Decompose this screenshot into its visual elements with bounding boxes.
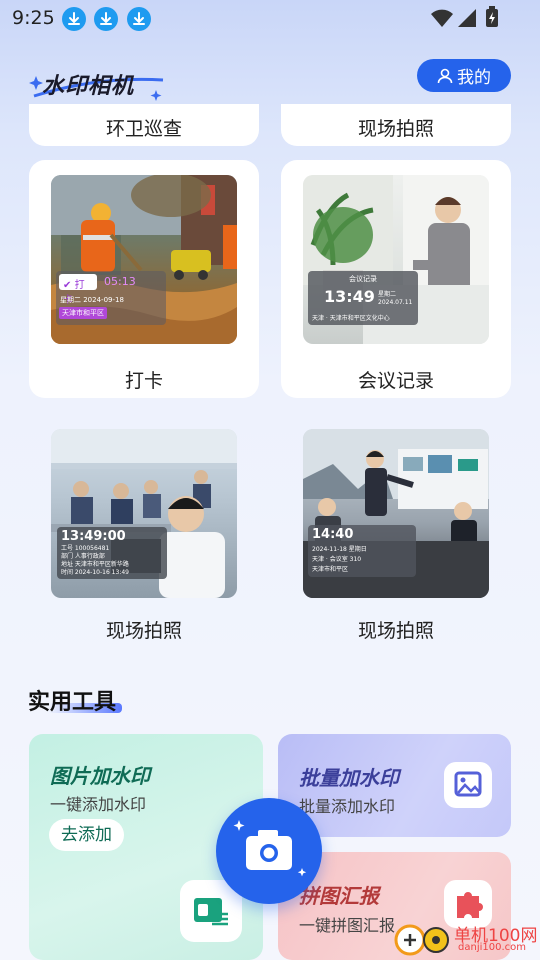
template-label: 现场拍照 [357,620,434,642]
camera-icon [233,820,307,877]
template-label: 环卫巡查 [105,118,182,140]
watermark-line: 天津市和平区 [59,307,107,319]
watermark-date: 星期二 [378,291,397,298]
watermark-time: 05:13 [104,275,136,288]
template-card-clock-in[interactable]: ✔ 打卡 05:13 星期二 2024-09-18 天津市和平区 打卡 [29,160,259,398]
tool-title: 图片加水印 [50,764,150,788]
mine-button[interactable]: 我的 [417,59,511,92]
user-icon [437,68,453,83]
template-photo: ✔ 打卡 05:13 星期二 2024-09-18 天津市和平区 [51,175,237,344]
image-icon [444,762,492,808]
template-card-meeting-record[interactable]: 会议记录 13:49 星期二 2024.07.11 天津 · 天津市和平区文化中… [281,160,511,398]
template-card-sanitation[interactable]: 环卫巡查 [29,104,259,146]
watermark-overlay: 会议记录 13:49 星期二 2024.07.11 天津 · 天津市和平区文化中… [308,271,418,325]
template-label: 现场拍照 [105,620,182,642]
template-photo: 14:40 2024-11-18 星期日 天津 · 会议室 310 天津市和平区 [303,429,489,598]
brand-subtext: danji100.com [458,942,526,953]
camera-button[interactable] [216,798,322,904]
watermark-header: 会议记录 [349,275,377,283]
template-label: 会议记录 [357,370,434,392]
template-photo: 会议记录 13:49 星期二 2024.07.11 天津 · 天津市和平区文化中… [303,175,489,344]
watermark-footer: 天津 · 天津市和平区文化中心 [312,315,390,322]
watermark-line: 天津 · 会议室 310 [312,556,362,563]
watermark-overlay: 14:40 2024-11-18 星期日 天津 · 会议室 310 天津市和平区 [308,525,416,577]
watermark-time: 14:40 [312,527,354,542]
download-icon [127,7,151,31]
watermark-tag: ✔ 打卡 [59,274,97,306]
watermark-overlay: ✔ 打卡 05:13 星期二 2024-09-18 天津市和平区 [56,271,166,325]
watermark-date: 2024-11-18 星期日 [312,546,367,553]
template-card-site-photo-office[interactable]: 13:49:00 工号 100056481 部门 人事行政部 地址 天津市和平区… [29,414,259,652]
template-card-site-photo[interactable]: 现场拍照 [281,104,511,146]
template-card-site-photo-meeting[interactable]: 14:40 2024-11-18 星期日 天津 · 会议室 310 天津市和平区… [281,414,511,652]
status-bar: 9:25 [0,0,540,38]
watermark-line: 天津市和平区 [312,566,349,573]
app-logo: 水印相机 [28,62,168,106]
brand-logo-icon [394,924,449,956]
download-icon [94,7,118,31]
template-photo: 13:49:00 工号 100056481 部门 人事行政部 地址 天津市和平区… [51,429,237,598]
wifi-icon [431,9,453,27]
template-label: 打卡 [124,370,163,392]
download-icon [62,7,86,31]
watermark-overlay: 13:49:00 工号 100056481 部门 人事行政部 地址 天津市和平区… [57,527,167,579]
section-title: 实用工具 [28,690,117,715]
status-time: 9:25 [12,7,55,29]
logo-text: 水印相机 [42,74,135,99]
add-watermark-button[interactable]: 去添加 [49,819,124,851]
watermark-date: 2024.07.11 [378,299,413,306]
watermark-line: 星期二 2024-09-18 [60,296,124,304]
signal-icon [458,9,476,27]
tool-title: 批量加水印 [299,766,399,790]
tool-subtitle: 一键拼图汇报 [299,916,396,935]
watermark-rows: 工号 100056481 部门 人事行政部 地址 天津市和平区新华路 时间 20… [61,545,129,576]
mine-button-label: 我的 [457,68,491,88]
template-label: 现场拍照 [357,118,434,140]
battery-charging-icon [486,6,498,27]
site-watermark: 单机100网 danji100.com [392,920,540,960]
tool-subtitle: 一键添加水印 [50,795,147,814]
watermark-time: 13:49:00 [61,529,126,544]
watermark-time: 13:49 [324,287,375,306]
